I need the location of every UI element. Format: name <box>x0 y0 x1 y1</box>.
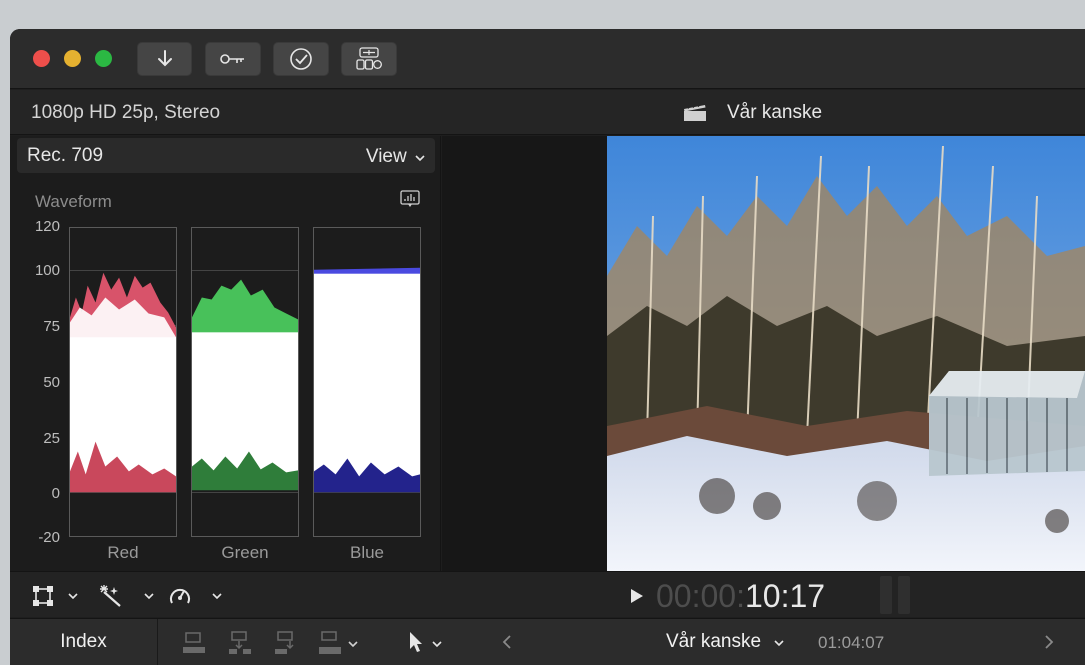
minimize-button[interactable] <box>64 50 81 67</box>
chevron-down-icon[interactable] <box>348 641 358 648</box>
y-tick: 75 <box>43 318 60 335</box>
waveform-red <box>69 227 177 537</box>
viewer-info-bar: 1080p HD 25p, Stereo Vår kanske <box>10 90 1085 135</box>
viewer-background <box>442 136 607 571</box>
clapperboard-icon <box>684 104 706 121</box>
background-tasks-icon <box>356 47 382 70</box>
greenhouse <box>929 371 1085 476</box>
viewer-controls: 00:00:10:17 <box>10 571 1085 617</box>
checkmark-circle-icon <box>290 48 312 70</box>
waveform-green <box>191 227 299 537</box>
select-tool-icon[interactable] <box>408 631 424 653</box>
back-arrow-icon[interactable] <box>502 634 512 650</box>
key-icon <box>220 54 244 64</box>
play-icon[interactable] <box>630 588 644 604</box>
format-label: 1080p HD 25p, Stereo <box>31 102 221 123</box>
chevron-down-icon[interactable] <box>432 641 442 648</box>
chevron-down-icon <box>774 640 784 647</box>
chevron-down-icon[interactable] <box>144 593 154 600</box>
overwrite-clip-icon[interactable] <box>318 631 342 655</box>
y-tick: -20 <box>38 529 60 546</box>
chevron-down-icon[interactable] <box>68 593 78 600</box>
retime-icon[interactable] <box>168 584 192 608</box>
toolbar <box>10 29 1085 89</box>
y-tick: 50 <box>43 374 60 391</box>
analysis-button[interactable] <box>273 42 329 76</box>
y-tick: 25 <box>43 430 60 447</box>
transform-icon[interactable] <box>32 585 54 607</box>
waveform-trace <box>314 267 420 493</box>
forward-arrow-icon[interactable] <box>1044 634 1054 650</box>
insert-clip-icon[interactable] <box>228 631 252 655</box>
waveform-blue <box>313 227 421 537</box>
append-clip-icon[interactable] <box>274 631 298 655</box>
timeline-project-name: Vår kanske <box>666 631 762 652</box>
view-menu-button[interactable]: View <box>366 146 425 168</box>
index-button[interactable]: Index <box>10 619 158 665</box>
scope-type-label: Waveform <box>35 192 112 211</box>
channel-label-green: Green <box>221 543 269 562</box>
down-arrow-icon <box>157 50 172 67</box>
timecode-dim: 00:00: <box>656 578 745 614</box>
view-label: View <box>365 146 407 167</box>
scope-header: Rec. 709 View <box>17 138 435 173</box>
timeline-toolbar: Index Vår kanske 01:04:07 <box>10 618 1085 665</box>
magic-wand-icon[interactable] <box>98 584 124 608</box>
background-tasks-button[interactable] <box>341 42 397 76</box>
timeline-project-menu[interactable]: Vår kanske <box>666 631 784 653</box>
timecode-main: 10:17 <box>744 578 826 614</box>
waveform-trace <box>70 272 176 493</box>
winter-landscape-image <box>607 136 1085 571</box>
y-tick: 120 <box>34 218 60 235</box>
chevron-down-icon <box>415 155 425 162</box>
y-tick: 0 <box>51 485 60 502</box>
app-window: 1080p HD 25p, Stereo Vår kanske Rec. 709… <box>10 29 1085 665</box>
keywords-button[interactable] <box>205 42 261 76</box>
maximize-button[interactable] <box>95 50 112 67</box>
import-button[interactable] <box>137 42 192 76</box>
y-tick: 100 <box>34 262 60 279</box>
audio-meter-left <box>880 576 892 614</box>
viewer-image[interactable] <box>607 136 1085 571</box>
project-title: Vår kanske <box>727 102 823 123</box>
color-space-label: Rec. 709 <box>27 145 104 166</box>
scope-settings-icon[interactable] <box>400 190 420 208</box>
waveform-trace <box>192 279 298 491</box>
timeline-duration: 01:04:07 <box>818 633 885 652</box>
close-button[interactable] <box>33 50 50 67</box>
connect-clip-icon[interactable] <box>182 631 206 655</box>
audio-meter-right <box>898 576 910 614</box>
channel-label-blue: Blue <box>349 543 385 562</box>
timecode-display[interactable]: 00:00:10:17 <box>656 578 825 615</box>
channel-label-red: Red <box>107 543 139 562</box>
chevron-down-icon[interactable] <box>212 593 222 600</box>
